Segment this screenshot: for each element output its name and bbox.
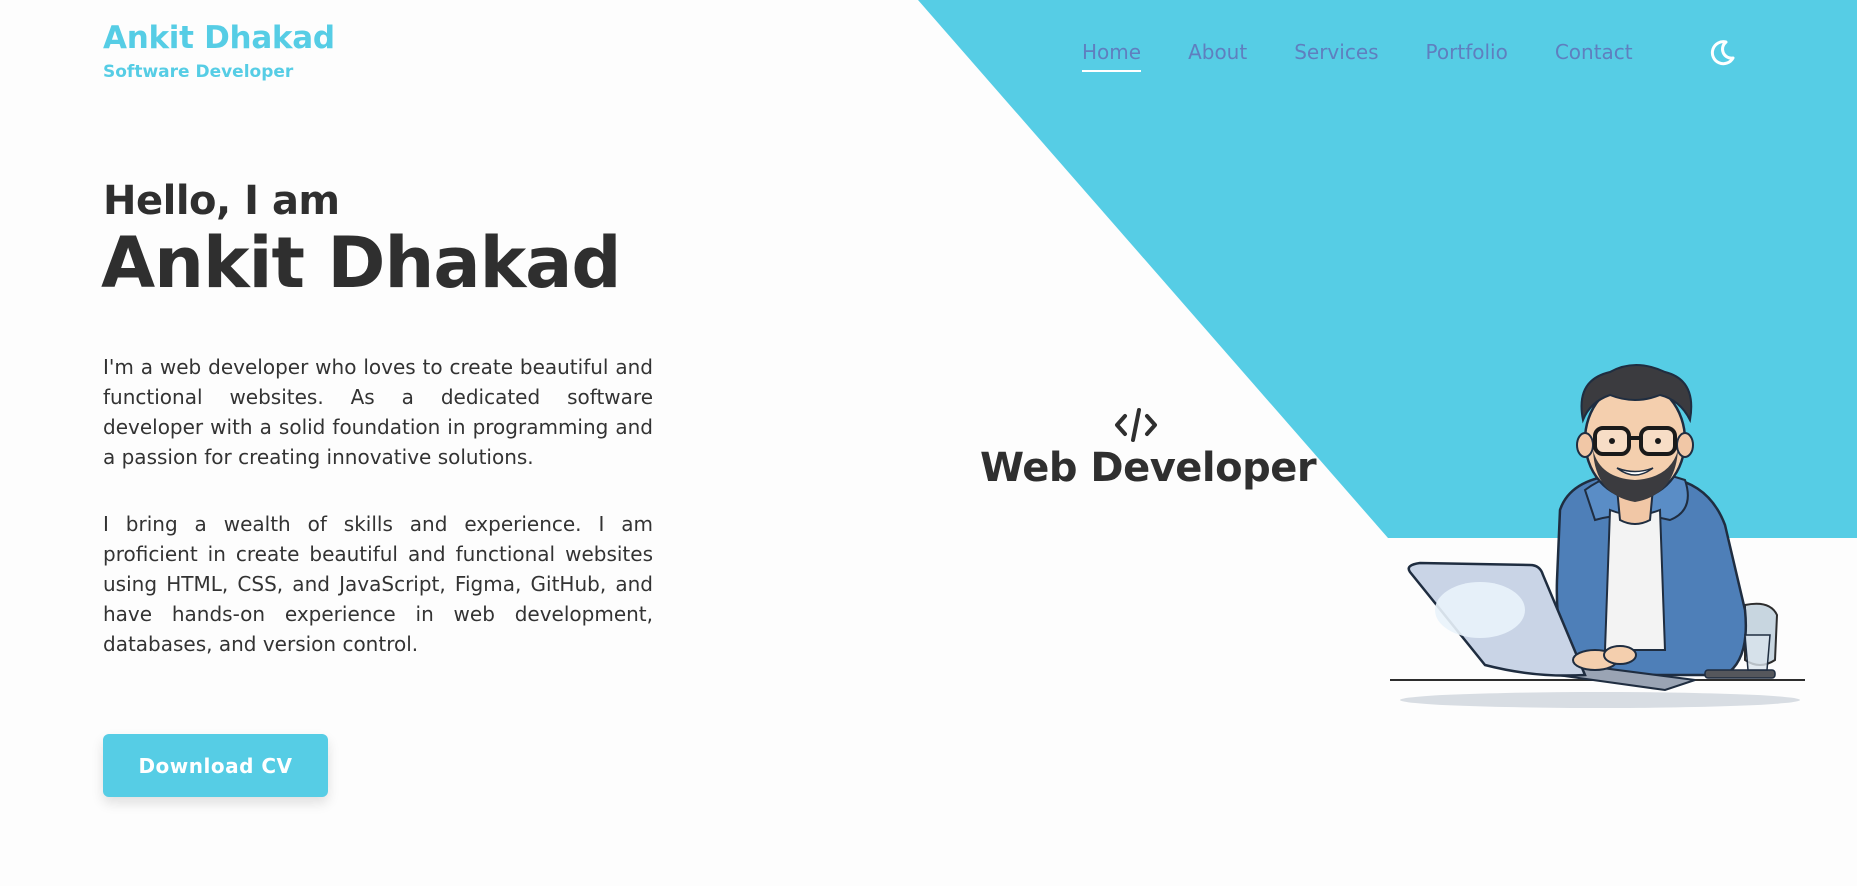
- skills-paragraph: I bring a wealth of skills and experienc…: [103, 512, 653, 656]
- logo[interactable]: Ankit Dhakad Software Developer: [103, 18, 335, 82]
- nav-contact[interactable]: Contact: [1555, 40, 1633, 70]
- hero-name: Ankit Dhakad: [101, 222, 621, 304]
- hero-greeting: Hello, I am: [103, 178, 340, 224]
- nav-about[interactable]: About: [1188, 40, 1247, 70]
- role-title: Web Developer: [980, 445, 1317, 491]
- theme-toggle-button[interactable]: [1706, 37, 1738, 69]
- portfolio-page: Ankit Dhakad Software Developer Home Abo…: [0, 0, 1857, 886]
- code-icon: [1115, 408, 1157, 442]
- nav-services[interactable]: Services: [1294, 40, 1378, 70]
- moon-icon: [1710, 40, 1735, 66]
- nav-portfolio[interactable]: Portfolio: [1426, 40, 1508, 70]
- download-cv-button[interactable]: Download CV: [103, 734, 328, 797]
- developer-with-laptop-illustration: [1390, 364, 1805, 708]
- logo-tagline: Software Developer: [103, 62, 294, 82]
- logo-name: Ankit Dhakad: [103, 20, 335, 56]
- nav-home[interactable]: Home: [1082, 40, 1142, 72]
- main-nav: Home About Services Portfolio Contact: [1082, 40, 1680, 72]
- intro-paragraph: I'm a web developer who loves to create …: [103, 355, 653, 469]
